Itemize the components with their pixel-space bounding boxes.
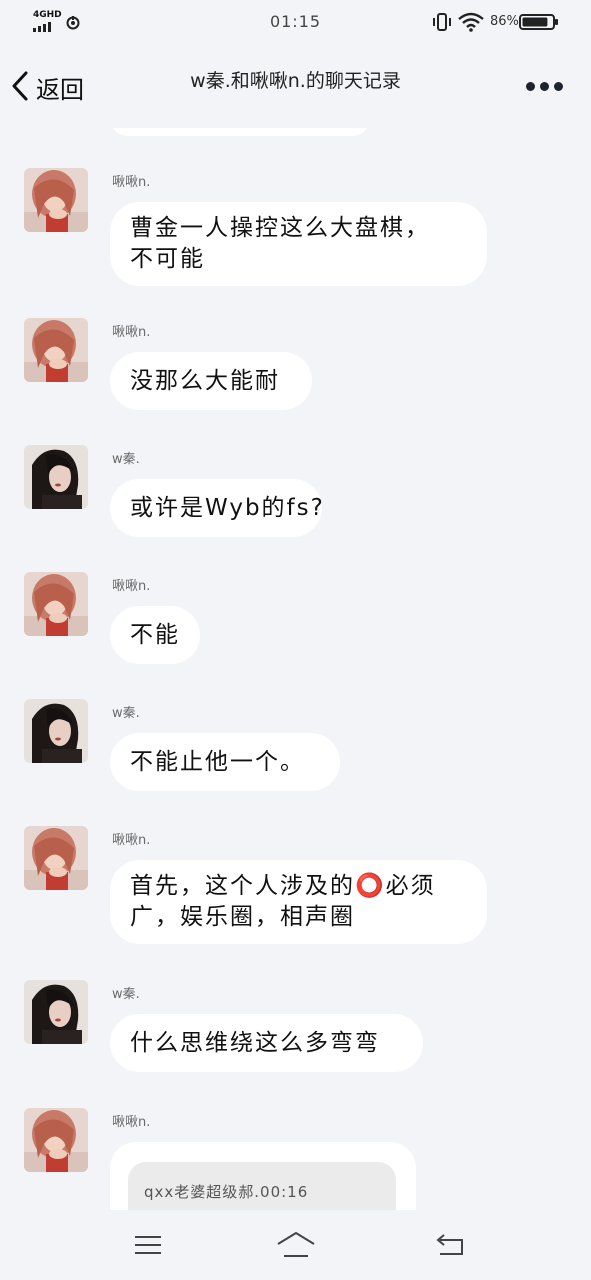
avatar-pink-hair[interactable] (24, 168, 88, 232)
avatar-dark-hair[interactable] (24, 699, 88, 763)
menu-icon[interactable] (133, 1234, 163, 1256)
back-chevron-icon[interactable] (10, 70, 30, 102)
home-icon[interactable] (276, 1230, 316, 1260)
more-dots-icon[interactable] (526, 82, 564, 92)
message-bubble[interactable]: 什么思维绕这么多弯弯 (110, 1014, 423, 1072)
battery-percent: 86% (490, 14, 519, 29)
message-text-line: 或许是Wyb的fs? (130, 495, 325, 521)
avatar-pink-hair[interactable] (24, 1108, 88, 1172)
return-icon[interactable] (434, 1232, 466, 1258)
system-nav-bar (0, 1210, 591, 1280)
sender-name: 啾啾n. (112, 1115, 151, 1130)
status-bar: 4GHD 01:15 86% (0, 0, 591, 44)
avatar-dark-hair[interactable] (24, 980, 88, 1044)
sender-name: 啾啾n. (112, 833, 151, 848)
sender-name: 啾啾n. (112, 579, 151, 594)
message-text-line: 不能 (130, 622, 180, 648)
message-text-line: 不可能 (130, 246, 205, 272)
message-bubble[interactable]: 或许是Wyb的fs? (110, 479, 325, 537)
sender-name: 啾啾n. (112, 175, 151, 190)
quoted-record-text: qxx老婆超级郝.00:16 (144, 1183, 309, 1201)
message-bubble[interactable]: 曹金一人操控这么大盘棋， 不可能 (110, 202, 487, 286)
message-text-line: 广，娱乐圈，相声圈 (130, 904, 355, 930)
message-bubble[interactable]: 不能止他一个。 (110, 733, 340, 791)
message-bubble[interactable]: 没那么大能耐 (110, 352, 312, 410)
avatar-pink-hair[interactable] (24, 826, 88, 890)
avatar-dark-hair[interactable] (24, 445, 88, 509)
message-text-line: 不能止他一个。 (130, 749, 305, 775)
back-button[interactable]: 返回 (36, 70, 84, 105)
quoted-record: qxx老婆超级郝.00:16 (128, 1162, 396, 1210)
forwarded-record-card[interactable]: qxx老婆超级郝.00:16 (110, 1142, 416, 1210)
battery-icon (519, 14, 558, 30)
message-text-line: 什么思维绕这么多弯弯 (130, 1030, 380, 1056)
message-bubble[interactable]: 不能 (110, 606, 200, 664)
message-text-line: 曹金一人操控这么大盘棋， (130, 215, 430, 241)
sender-name: w秦. (112, 452, 140, 467)
page-title: w秦.和啾啾n.的聊天记录 (190, 70, 401, 92)
message-bubble-partial (110, 128, 370, 136)
vibrate-icon (433, 13, 451, 31)
sender-name: 啾啾n. (112, 325, 151, 340)
message-text-line: 没那么大能耐 (130, 368, 280, 394)
wifi-icon (458, 12, 484, 32)
nav-bar: 返回 w秦.和啾啾n.的聊天记录 (0, 44, 591, 128)
message-text-line: 首先，这个人涉及的⭕必须 (130, 873, 436, 899)
sender-name: w秦. (112, 706, 140, 721)
avatar-pink-hair[interactable] (24, 318, 88, 382)
avatar-pink-hair[interactable] (24, 572, 88, 636)
sender-name: w秦. (112, 987, 140, 1002)
chat-list[interactable]: 啾啾n. 曹金一人操控这么大盘棋， 不可能 啾啾n. 没那么大能耐 w秦. 或许是Wyb的f… (0, 128, 591, 1210)
message-bubble[interactable]: 首先，这个人涉及的⭕必须 广，娱乐圈，相声圈 (110, 860, 487, 944)
